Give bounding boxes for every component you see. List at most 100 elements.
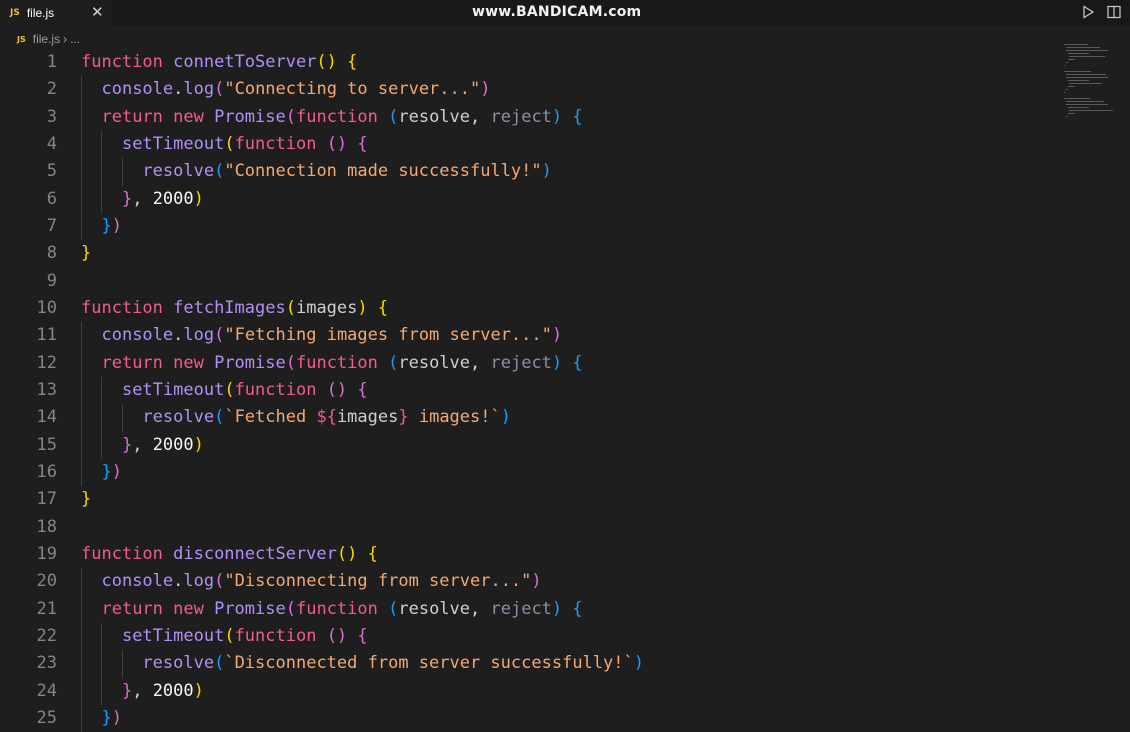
line-number: 18: [36, 516, 57, 537]
code-line[interactable]: 23 resolve(`Disconnected from server suc…: [0, 650, 1060, 678]
code-line[interactable]: 10 function fetchImages(images) {: [0, 295, 1060, 322]
code-token: (: [285, 297, 296, 318]
js-file-icon: JS: [17, 34, 26, 44]
code-line[interactable]: 18: [0, 514, 1060, 541]
code-line[interactable]: 17}: [0, 486, 1060, 513]
code-text: }, 2000): [81, 186, 204, 213]
code-line[interactable]: 3 return new Promise(function (resolve, …: [0, 103, 1060, 131]
line-number: 4: [46, 133, 57, 154]
code-line[interactable]: 22 setTimeout(function () {: [0, 622, 1060, 651]
code-line[interactable]: 1 function connetToServer() {: [0, 49, 1060, 76]
code-line[interactable]: 15 }, 2000): [0, 431, 1060, 459]
code-text: return new Promise(function (resolve, re…: [81, 104, 583, 131]
code-text: }: [81, 486, 91, 513]
code-token: Promise: [214, 598, 286, 619]
code-token: function: [295, 352, 389, 373]
line-number: 10: [36, 297, 57, 318]
minimap[interactable]: [1060, 44, 1130, 164]
line-number: 25: [36, 707, 57, 728]
code-line[interactable]: 14 resolve(`Fetched ${images} images!`): [0, 404, 1060, 432]
code-editor[interactable]: 1 function connetToServer() {2 console.lo…: [0, 49, 1060, 732]
line-number: 8: [46, 243, 57, 264]
code-token: }: [101, 215, 112, 236]
code-token: ) {: [551, 106, 583, 127]
breadcrumb-more[interactable]: ...: [70, 32, 80, 46]
tab-file-js[interactable]: JS file.js ✕: [0, 0, 112, 26]
split-editor-icon[interactable]: [1106, 4, 1122, 20]
code-token: 2000: [152, 434, 194, 455]
code-line[interactable]: 13 setTimeout(function () {: [0, 376, 1060, 405]
code-token: (: [214, 407, 225, 428]
code-token: resolve: [142, 653, 215, 674]
code-token: ,: [132, 188, 153, 209]
code-token: reject: [490, 598, 552, 619]
code-token: ,: [132, 434, 153, 455]
code-line[interactable]: 5 resolve("Connection made successfully!…: [0, 158, 1060, 186]
minimap-line: [1064, 65, 1065, 66]
line-number: 13: [36, 379, 57, 400]
code-token: .: [173, 79, 184, 100]
code-line[interactable]: 24 }, 2000): [0, 677, 1060, 705]
line-number: 12: [36, 352, 57, 373]
code-line[interactable]: 12 return new Promise(function (resolve,…: [0, 349, 1060, 377]
code-text: console.log("Connecting to server..."): [81, 76, 490, 103]
code-token: console: [101, 325, 174, 346]
minimap-line: [1065, 116, 1068, 117]
code-token: log: [183, 325, 215, 346]
code-token: .: [173, 571, 184, 592]
tab-label: file.js: [26, 6, 55, 20]
code-token: "Connection made successfully!": [224, 161, 542, 182]
line-number: 3: [46, 106, 57, 127]
code-line[interactable]: 21 return new Promise(function (resolve,…: [0, 595, 1060, 623]
code-token: ): [111, 215, 122, 236]
code-token: ): [531, 571, 542, 592]
code-token: (: [214, 79, 225, 100]
code-token: reject: [490, 106, 552, 127]
breadcrumb-file[interactable]: file.js: [33, 32, 60, 46]
code-token: Promise: [214, 106, 286, 127]
code-line[interactable]: 16 }): [0, 458, 1060, 487]
code-token: function: [81, 52, 174, 72]
code-text: console.log("Disconnecting from server..…: [81, 568, 542, 595]
code-text: }, 2000): [81, 432, 204, 459]
line-number: 22: [36, 625, 57, 646]
code-token: ): [480, 79, 491, 100]
code-token: console: [101, 79, 174, 100]
code-token: `Disconnected from server successfully!`: [224, 653, 634, 674]
play-icon[interactable]: [1080, 4, 1096, 20]
code-token: (: [214, 325, 225, 346]
line-number: 24: [36, 680, 57, 701]
code-token: function: [234, 133, 327, 154]
code-token: setTimeout: [121, 133, 225, 154]
code-line[interactable]: 25 }): [0, 704, 1060, 732]
code-token: (: [285, 106, 296, 127]
code-token: ): [193, 680, 204, 701]
code-line[interactable]: 4 setTimeout(function () {: [0, 130, 1060, 159]
code-line[interactable]: 11 console.log("Fetching images from ser…: [0, 322, 1060, 350]
code-line[interactable]: 19 function disconnectServer() {: [0, 541, 1060, 568]
code-line[interactable]: 9: [0, 268, 1060, 295]
minimap-line: [1065, 50, 1109, 51]
close-icon[interactable]: ✕: [91, 4, 104, 21]
code-line[interactable]: 6 }, 2000): [0, 185, 1060, 213]
code-line[interactable]: 8}: [0, 240, 1060, 267]
code-line[interactable]: 2 console.log("Connecting to server..."): [0, 76, 1060, 104]
line-number: 16: [36, 461, 57, 482]
code-text: }): [81, 213, 122, 240]
minimap-line: [1065, 62, 1068, 63]
code-line[interactable]: 20 console.log("Disconnecting from serve…: [0, 568, 1060, 596]
code-token: }: [398, 407, 409, 428]
code-line[interactable]: 7 }): [0, 212, 1060, 241]
code-token: () {: [326, 379, 368, 400]
line-number: 11: [36, 325, 57, 346]
code-token: ): [500, 407, 511, 428]
